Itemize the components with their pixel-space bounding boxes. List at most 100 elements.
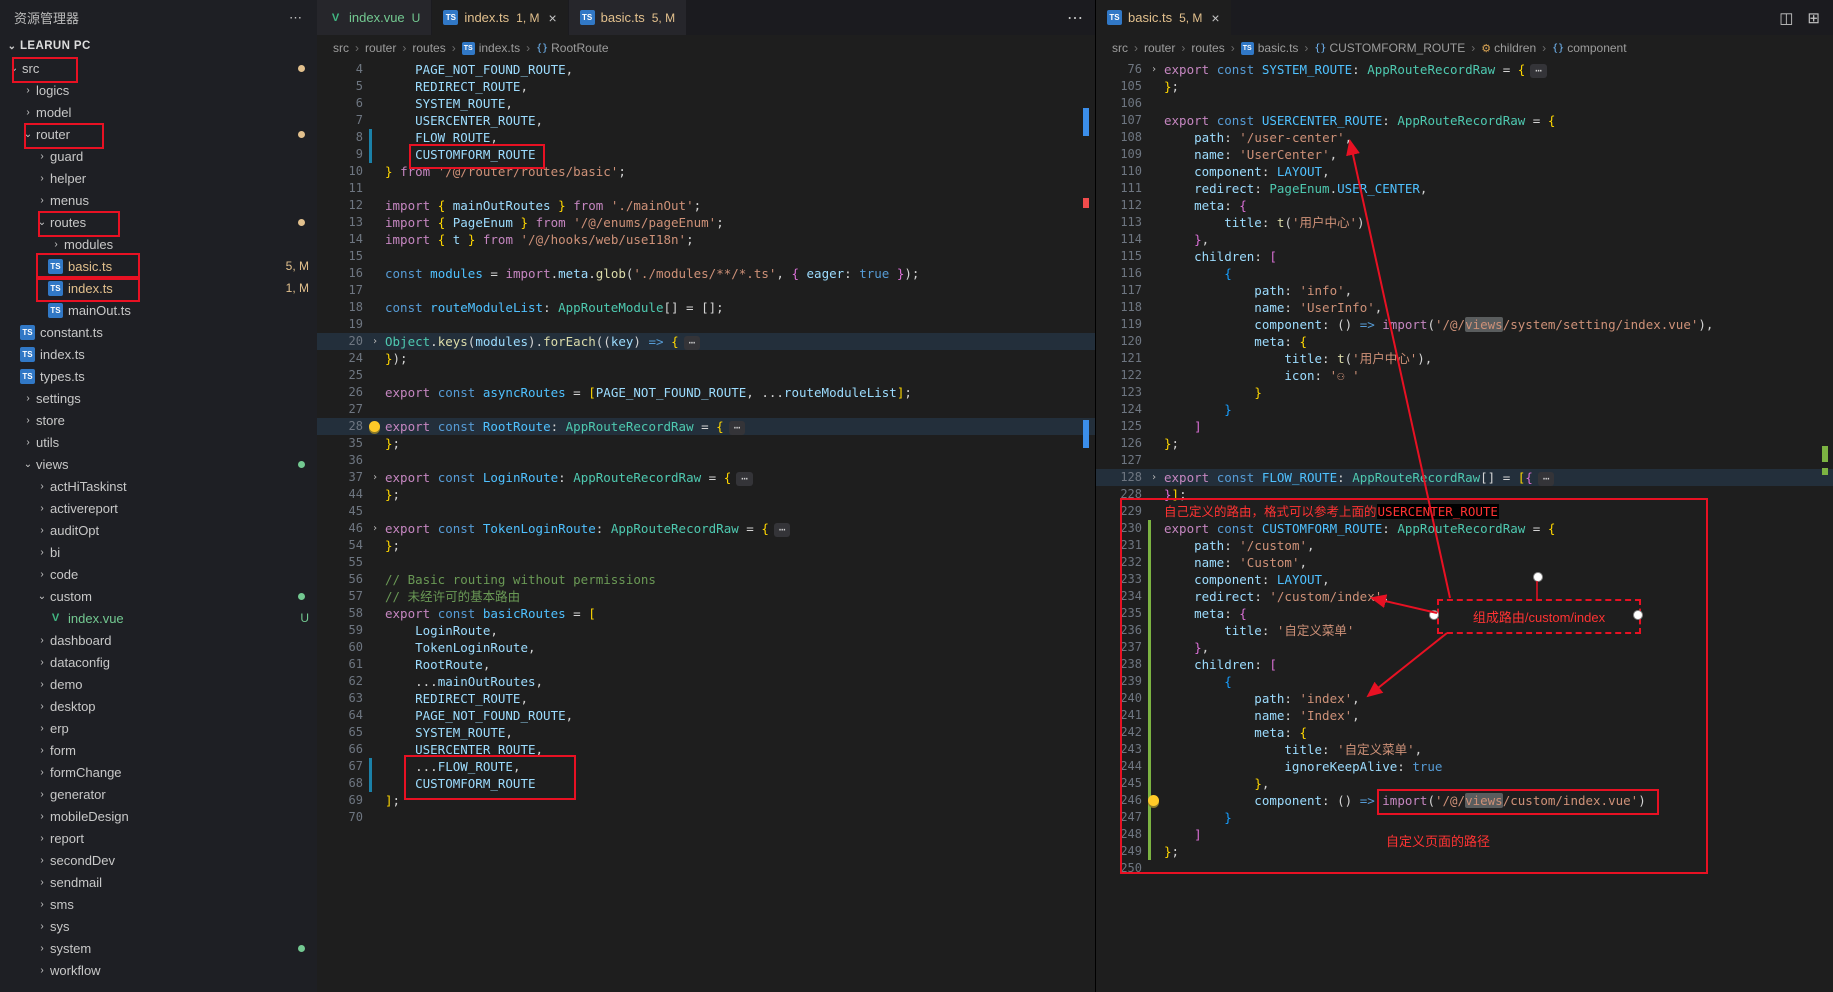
code-line[interactable]: 10} from '/@/router/routes/basic'; — [317, 163, 1095, 180]
code-line[interactable]: 68 CUSTOMFORM_ROUTE — [317, 775, 1095, 792]
layout-icon[interactable]: ⊞ — [1807, 9, 1820, 27]
tree-item-bi[interactable]: ›bi — [0, 541, 317, 563]
tree-item-dashboard[interactable]: ›dashboard — [0, 629, 317, 651]
code-line[interactable]: 120 meta: { — [1096, 333, 1833, 350]
tab-basic.ts[interactable]: TSbasic.ts5, M — [569, 0, 687, 35]
tree-item-guard[interactable]: ›guard — [0, 145, 317, 167]
tab-index.ts[interactable]: TSindex.ts1, M× — [432, 0, 568, 35]
tree-item-activereport[interactable]: ›activereport — [0, 497, 317, 519]
code-line[interactable]: 114 }, — [1096, 231, 1833, 248]
tree-item-types.ts[interactable]: TStypes.ts — [0, 365, 317, 387]
code-line[interactable]: 44}; — [317, 486, 1095, 503]
breadcrumb-item-routes[interactable]: routes — [1191, 41, 1224, 55]
code-line[interactable]: 128›export const FLOW_ROUTE: AppRouteRec… — [1096, 469, 1833, 486]
tree-item-constant.ts[interactable]: TSconstant.ts — [0, 321, 317, 343]
breadcrumb-item-index.ts[interactable]: TSindex.ts — [462, 41, 520, 55]
code-line[interactable]: 69]; — [317, 792, 1095, 809]
code-line[interactable]: 20›Object.keys(modules).forEach((key) =>… — [317, 333, 1095, 350]
tree-item-desktop[interactable]: ›desktop — [0, 695, 317, 717]
tree-item-dataconfig[interactable]: ›dataconfig — [0, 651, 317, 673]
code-line[interactable]: 107export const USERCENTER_ROUTE: AppRou… — [1096, 112, 1833, 129]
code-line[interactable]: 119 component: () => import('/@/views/sy… — [1096, 316, 1833, 333]
code-editor-basic-ts[interactable]: 76›export const SYSTEM_ROUTE: AppRouteRe… — [1096, 61, 1833, 877]
tab-basic.ts[interactable]: TSbasic.ts5, M× — [1096, 0, 1232, 35]
code-line[interactable]: 105}; — [1096, 78, 1833, 95]
code-line[interactable]: 6 SYSTEM_ROUTE, — [317, 95, 1095, 112]
tab-actions-more-icon[interactable]: ⋯ — [1055, 0, 1095, 35]
code-line[interactable]: 239 { — [1096, 673, 1833, 690]
code-line[interactable]: 13import { PageEnum } from '/@/enums/pag… — [317, 214, 1095, 231]
code-line[interactable]: 127 — [1096, 452, 1833, 469]
code-line[interactable]: 19 — [317, 316, 1095, 333]
breadcrumb-item-src[interactable]: src — [1112, 41, 1128, 55]
code-line[interactable]: 5 REDIRECT_ROUTE, — [317, 78, 1095, 95]
breadcrumb-item-router[interactable]: router — [365, 41, 396, 55]
tree-item-mobileDesign[interactable]: ›mobileDesign — [0, 805, 317, 827]
code-line[interactable]: 109 name: 'UserCenter', — [1096, 146, 1833, 163]
code-line[interactable]: 25 — [317, 367, 1095, 384]
code-line[interactable]: 12import { mainOutRoutes } from './mainO… — [317, 197, 1095, 214]
code-line[interactable]: 15 — [317, 248, 1095, 265]
code-line[interactable]: 45 — [317, 503, 1095, 520]
tree-item-sys[interactable]: ›sys — [0, 915, 317, 937]
split-editor-icon[interactable]: ◫ — [1779, 9, 1793, 27]
close-icon[interactable]: × — [548, 10, 556, 26]
tree-item-helper[interactable]: ›helper — [0, 167, 317, 189]
code-line[interactable]: 113 title: t('用户中心') — [1096, 214, 1833, 231]
code-line[interactable]: 36 — [317, 452, 1095, 469]
tree-item-formChange[interactable]: ›formChange — [0, 761, 317, 783]
code-line[interactable]: 55 — [317, 554, 1095, 571]
tree-item-report[interactable]: ›report — [0, 827, 317, 849]
breadcrumb-item-component[interactable]: {}component — [1552, 41, 1626, 55]
code-line[interactable]: 62 ...mainOutRoutes, — [317, 673, 1095, 690]
code-line[interactable]: 229自己定义的路由，格式可以参考上面的USERCENTER_ROUTE — [1096, 503, 1833, 520]
code-line[interactable]: 112 meta: { — [1096, 197, 1833, 214]
code-line[interactable]: 240 path: 'index', — [1096, 690, 1833, 707]
tree-item-secondDev[interactable]: ›secondDev — [0, 849, 317, 871]
code-line[interactable]: 60 TokenLoginRoute, — [317, 639, 1095, 656]
lightbulb-icon[interactable] — [1148, 795, 1159, 806]
tree-item-model[interactable]: ›model — [0, 101, 317, 123]
code-line[interactable]: 231 path: '/custom', — [1096, 537, 1833, 554]
code-line[interactable]: 46›export const TokenLoginRoute: AppRout… — [317, 520, 1095, 537]
lightbulb-icon[interactable] — [369, 421, 380, 432]
tree-item-settings[interactable]: ›settings — [0, 387, 317, 409]
code-line[interactable]: 64 PAGE_NOT_FOUND_ROUTE, — [317, 707, 1095, 724]
code-line[interactable]: 118 name: 'UserInfo', — [1096, 299, 1833, 316]
tree-item-generator[interactable]: ›generator — [0, 783, 317, 805]
tree-item-sms[interactable]: ›sms — [0, 893, 317, 915]
code-line[interactable]: 57// 未经许可的基本路由 — [317, 588, 1095, 605]
tree-item-auditOpt[interactable]: ›auditOpt — [0, 519, 317, 541]
code-line[interactable]: 233 component: LAYOUT, — [1096, 571, 1833, 588]
code-line[interactable]: 117 path: 'info', — [1096, 282, 1833, 299]
code-line[interactable]: 110 component: LAYOUT, — [1096, 163, 1833, 180]
tree-item-mainOut.ts[interactable]: TSmainOut.ts — [0, 299, 317, 321]
code-line[interactable]: 242 meta: { — [1096, 724, 1833, 741]
code-line[interactable]: 8 FLOW_ROUTE, — [317, 129, 1095, 146]
rotation-handle[interactable] — [1533, 572, 1543, 582]
folded-region-ellipsis[interactable]: ⋯ — [774, 523, 791, 537]
code-line[interactable]: 250 — [1096, 860, 1833, 877]
code-line[interactable]: 126}; — [1096, 435, 1833, 452]
code-line[interactable]: 70 — [317, 809, 1095, 826]
code-line[interactable]: 247 } — [1096, 809, 1833, 826]
tree-item-logics[interactable]: ›logics — [0, 79, 317, 101]
code-line[interactable]: 232 name: 'Custom', — [1096, 554, 1833, 571]
tab-index.vue[interactable]: Vindex.vueU — [317, 0, 432, 35]
close-icon[interactable]: × — [1211, 10, 1219, 26]
code-line[interactable]: 54}; — [317, 537, 1095, 554]
tree-item-views[interactable]: ⌄views — [0, 453, 317, 475]
folded-region-ellipsis[interactable]: ⋯ — [729, 421, 746, 435]
fold-chevron-icon[interactable]: › — [1151, 469, 1157, 486]
tree-item-actHiTaskinst[interactable]: ›actHiTaskinst — [0, 475, 317, 497]
breadcrumb-item-routes[interactable]: routes — [412, 41, 445, 55]
fold-chevron-icon[interactable]: › — [372, 333, 378, 350]
code-line[interactable]: 63 REDIRECT_ROUTE, — [317, 690, 1095, 707]
code-line[interactable]: 122 icon: '⚇ ' — [1096, 367, 1833, 384]
folded-region-ellipsis[interactable]: ⋯ — [1538, 472, 1555, 486]
code-line[interactable]: 246 component: () => import('/@/views/cu… — [1096, 792, 1833, 809]
code-line[interactable]: 108 path: '/user-center', — [1096, 129, 1833, 146]
folded-region-ellipsis[interactable]: ⋯ — [736, 472, 753, 486]
fold-chevron-icon[interactable]: › — [372, 469, 378, 486]
code-line[interactable]: 245 }, — [1096, 775, 1833, 792]
